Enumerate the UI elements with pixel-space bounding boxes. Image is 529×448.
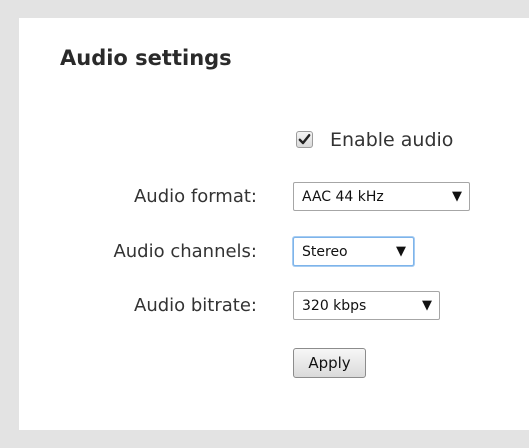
audio-channels-value: Stereo (302, 243, 348, 260)
enable-audio-checkbox[interactable] (296, 131, 313, 148)
audio-format-select[interactable]: AAC 44 kHz ▼ (293, 182, 470, 211)
chevron-down-icon: ▼ (452, 189, 462, 204)
audio-format-value: AAC 44 kHz (302, 188, 384, 205)
audio-channels-label: Audio channels: (113, 241, 257, 262)
audio-channels-select[interactable]: Stereo ▼ (293, 237, 414, 266)
audio-bitrate-label: Audio bitrate: (134, 295, 257, 316)
audio-settings-panel: Audio settings Enable audio Audio format… (19, 18, 529, 430)
panel-title: Audio settings (60, 46, 232, 70)
chevron-down-icon: ▼ (396, 244, 406, 259)
audio-bitrate-value: 320 kbps (302, 297, 367, 314)
enable-audio-label[interactable]: Enable audio (330, 129, 453, 151)
chevron-down-icon: ▼ (422, 298, 432, 313)
checkmark-icon (298, 134, 311, 145)
apply-button[interactable]: Apply (293, 348, 366, 378)
audio-bitrate-select[interactable]: 320 kbps ▼ (293, 291, 440, 320)
audio-format-label: Audio format: (133, 186, 257, 207)
